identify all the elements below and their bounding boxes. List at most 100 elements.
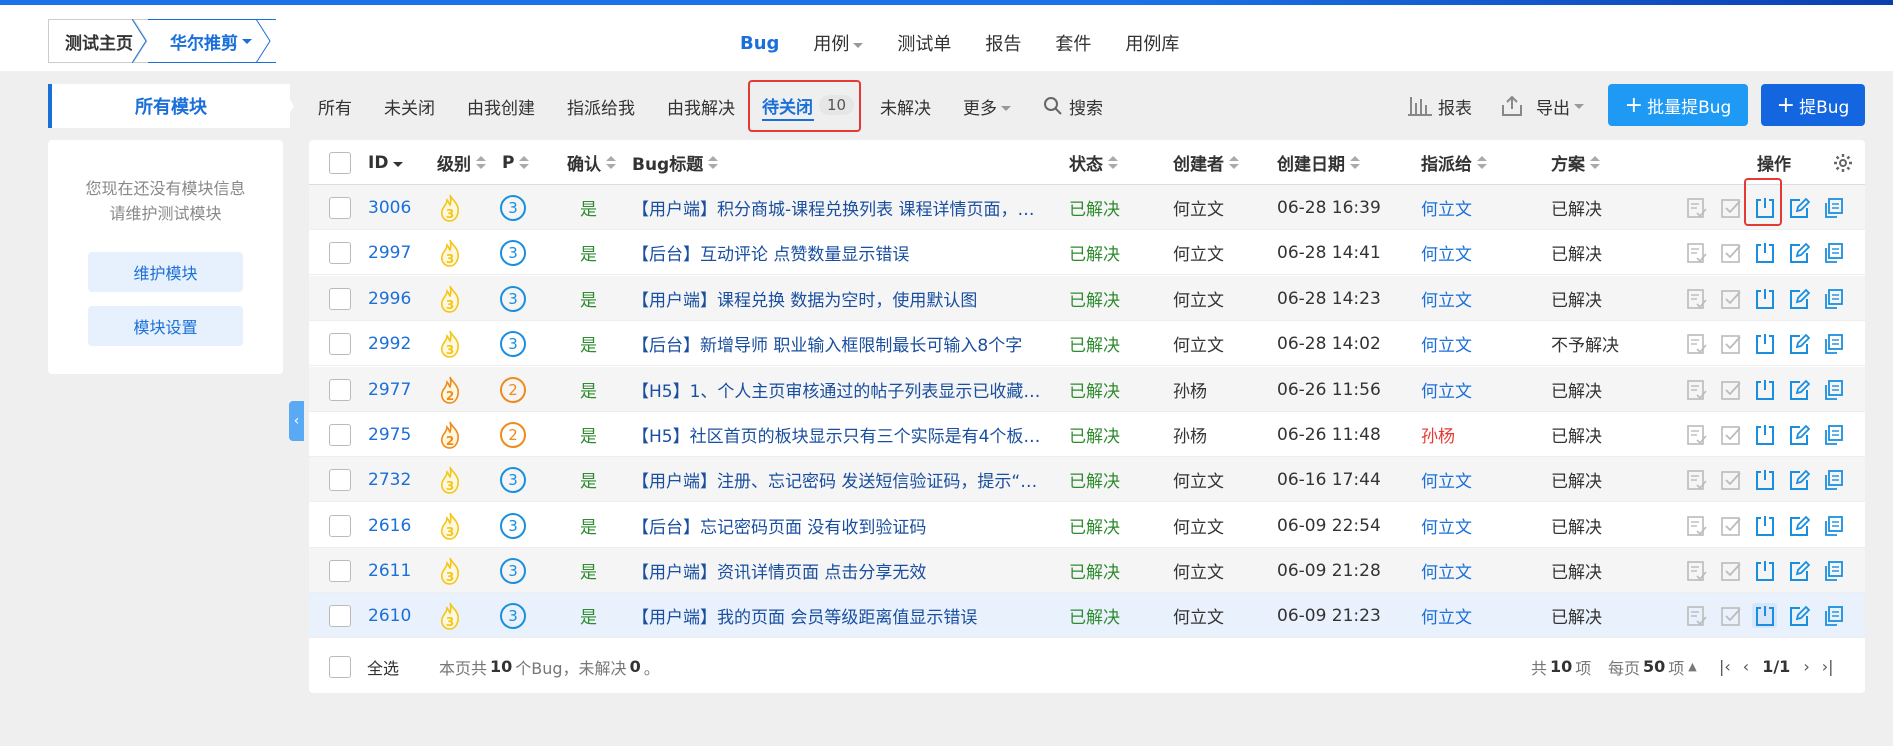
assignee-link[interactable]: 何立文 xyxy=(1421,321,1472,366)
row-checkbox[interactable] xyxy=(329,230,351,275)
confirm-icon[interactable] xyxy=(1684,377,1709,402)
bug-id-link[interactable]: 2977 xyxy=(368,367,411,412)
close-bug-icon[interactable] xyxy=(1752,240,1777,265)
nav-caselib[interactable]: 用例库 xyxy=(1125,30,1179,56)
assign-icon[interactable] xyxy=(1718,603,1743,628)
tab-all[interactable]: 所有 xyxy=(318,94,352,119)
col-title[interactable]: Bug标题 xyxy=(632,140,719,185)
tab-resolved-by-me[interactable]: 由我解决 xyxy=(667,94,735,119)
edit-icon[interactable] xyxy=(1786,558,1811,583)
table-row[interactable]: 2977 2 2 是 【H5】1、个人主页审核通过的帖子列表显示已收藏… 已解决 孙杨 06-… xyxy=(309,367,1865,412)
select-all-checkbox[interactable] xyxy=(329,655,351,678)
col-priority[interactable]: P xyxy=(502,140,530,185)
confirm-icon[interactable] xyxy=(1684,467,1709,492)
column-settings-button[interactable] xyxy=(1833,140,1853,185)
assign-icon[interactable] xyxy=(1718,377,1743,402)
edit-icon[interactable] xyxy=(1786,513,1811,538)
bug-id-link[interactable]: 2611 xyxy=(368,548,411,593)
col-id[interactable]: ID xyxy=(368,140,404,185)
sidebar-collapse-toggle[interactable]: ‹ xyxy=(289,401,304,441)
assignee-link[interactable]: 何立文 xyxy=(1421,230,1472,275)
assignee-link[interactable]: 何立文 xyxy=(1421,276,1472,321)
table-row[interactable]: 2611 3 3 是【用户端】资讯详情页面 点击分享无效 已解决 何立文 06-09 21:… xyxy=(309,548,1865,593)
close-bug-icon[interactable] xyxy=(1752,331,1777,356)
tab-to-close[interactable]: 待关闭 10 xyxy=(762,89,855,121)
report-button[interactable]: 报表 xyxy=(1408,84,1472,128)
create-bug-button[interactable]: + 提Bug xyxy=(1761,84,1865,126)
table-row[interactable]: 2610 3 3 是【用户端】我的页面 会员等级距离值显示错误 已解决 何立文 06-09 … xyxy=(309,593,1865,638)
bug-title-link[interactable]: 【后台】互动评论 点赞数量显示错误 xyxy=(632,230,1057,275)
copy-icon[interactable] xyxy=(1820,422,1845,447)
edit-icon[interactable] xyxy=(1786,467,1811,492)
confirm-icon[interactable] xyxy=(1684,331,1709,356)
assign-icon[interactable] xyxy=(1718,286,1743,311)
per-page-selector[interactable]: 每页 50 项 ▲ xyxy=(1608,640,1697,693)
copy-icon[interactable] xyxy=(1820,558,1845,583)
row-checkbox[interactable] xyxy=(329,503,351,548)
bug-title-link[interactable]: 【后台】忘记密码页面 没有收到验证码 xyxy=(632,503,1057,548)
copy-icon[interactable] xyxy=(1820,195,1845,220)
copy-icon[interactable] xyxy=(1820,377,1845,402)
close-bug-icon[interactable] xyxy=(1752,467,1777,492)
col-creator[interactable]: 创建者 xyxy=(1173,140,1239,185)
assignee-link[interactable]: 何立文 xyxy=(1421,548,1472,593)
edit-icon[interactable] xyxy=(1786,422,1811,447)
bug-title-link[interactable]: 【用户端】资讯详情页面 点击分享无效 xyxy=(632,548,1057,593)
assignee-link[interactable]: 孙杨 xyxy=(1421,412,1455,457)
tab-unresolved[interactable]: 未解决 xyxy=(880,94,931,119)
bug-title-link[interactable]: 【用户端】积分商城-课程兑换列表 课程详情页面，… xyxy=(632,185,1057,230)
bug-id-link[interactable]: 2610 xyxy=(368,593,411,638)
tab-assigned-to-me[interactable]: 指派给我 xyxy=(567,94,635,119)
close-bug-icon[interactable] xyxy=(1752,377,1777,402)
assign-icon[interactable] xyxy=(1718,195,1743,220)
close-bug-icon[interactable] xyxy=(1752,286,1777,311)
tab-unclosed[interactable]: 未关闭 xyxy=(384,94,435,119)
col-confirmed[interactable]: 确认 xyxy=(567,140,616,185)
copy-icon[interactable] xyxy=(1820,603,1845,628)
confirm-icon[interactable] xyxy=(1684,195,1709,220)
col-assignee[interactable]: 指派给 xyxy=(1421,140,1487,185)
nav-report[interactable]: 报告 xyxy=(985,30,1021,56)
bug-title-link[interactable]: 【用户端】注册、忘记密码 发送短信验证码，提示“… xyxy=(632,457,1057,502)
table-row[interactable]: 2992 3 3 是 【后台】新增导师 职业输入框限制最长可输入8个字 已解决 何立文 06-… xyxy=(309,321,1865,366)
col-resolution[interactable]: 方案 xyxy=(1551,140,1600,185)
maintain-module-button[interactable]: 维护模块 xyxy=(88,252,243,292)
confirm-icon[interactable] xyxy=(1684,558,1709,583)
copy-icon[interactable] xyxy=(1820,240,1845,265)
bug-id-link[interactable]: 2616 xyxy=(368,503,411,548)
table-row[interactable]: 2732 3 3 是 【用户端】注册、忘记密码 发送短信验证码，提示“… 已解决 何立文 06… xyxy=(309,457,1865,502)
bug-id-link[interactable]: 2997 xyxy=(368,230,411,275)
assign-icon[interactable] xyxy=(1718,240,1743,265)
close-bug-icon[interactable] xyxy=(1752,558,1777,583)
row-checkbox[interactable] xyxy=(329,457,351,502)
first-page-icon[interactable]: |‹ xyxy=(1719,657,1731,676)
copy-icon[interactable] xyxy=(1820,331,1845,356)
copy-icon[interactable] xyxy=(1820,467,1845,492)
col-status[interactable]: 状态 xyxy=(1069,140,1118,185)
confirm-icon[interactable] xyxy=(1684,513,1709,538)
assignee-link[interactable]: 何立文 xyxy=(1421,185,1472,230)
assignee-link[interactable]: 何立文 xyxy=(1421,457,1472,502)
row-checkbox[interactable] xyxy=(329,412,351,457)
bug-id-link[interactable]: 2992 xyxy=(368,321,411,366)
nav-suite[interactable]: 套件 xyxy=(1055,30,1091,56)
search-toggle[interactable]: 搜索 xyxy=(1043,94,1103,119)
bug-id-link[interactable]: 2975 xyxy=(368,412,411,457)
edit-icon[interactable] xyxy=(1786,195,1811,220)
assignee-link[interactable]: 何立文 xyxy=(1421,367,1472,412)
edit-icon[interactable] xyxy=(1786,286,1811,311)
row-checkbox[interactable] xyxy=(329,548,351,593)
bug-id-link[interactable]: 3006 xyxy=(368,185,411,230)
assignee-link[interactable]: 何立文 xyxy=(1421,503,1472,548)
col-severity[interactable]: 级别 xyxy=(437,140,486,185)
copy-icon[interactable] xyxy=(1820,286,1845,311)
table-row[interactable]: 2996 3 3 是【用户端】课程兑换 数据为空时，使用默认图 已解决 何立文 06-28 … xyxy=(309,276,1865,321)
bug-title-link[interactable]: 【H5】1、个人主页审核通过的帖子列表显示已收藏… xyxy=(632,367,1057,412)
nav-bug[interactable]: Bug xyxy=(740,33,779,54)
row-checkbox[interactable] xyxy=(329,367,351,412)
row-checkbox[interactable] xyxy=(329,593,351,638)
confirm-icon[interactable] xyxy=(1684,422,1709,447)
assign-icon[interactable] xyxy=(1718,467,1743,492)
close-bug-icon[interactable] xyxy=(1752,603,1777,628)
bug-id-link[interactable]: 2996 xyxy=(368,276,411,321)
